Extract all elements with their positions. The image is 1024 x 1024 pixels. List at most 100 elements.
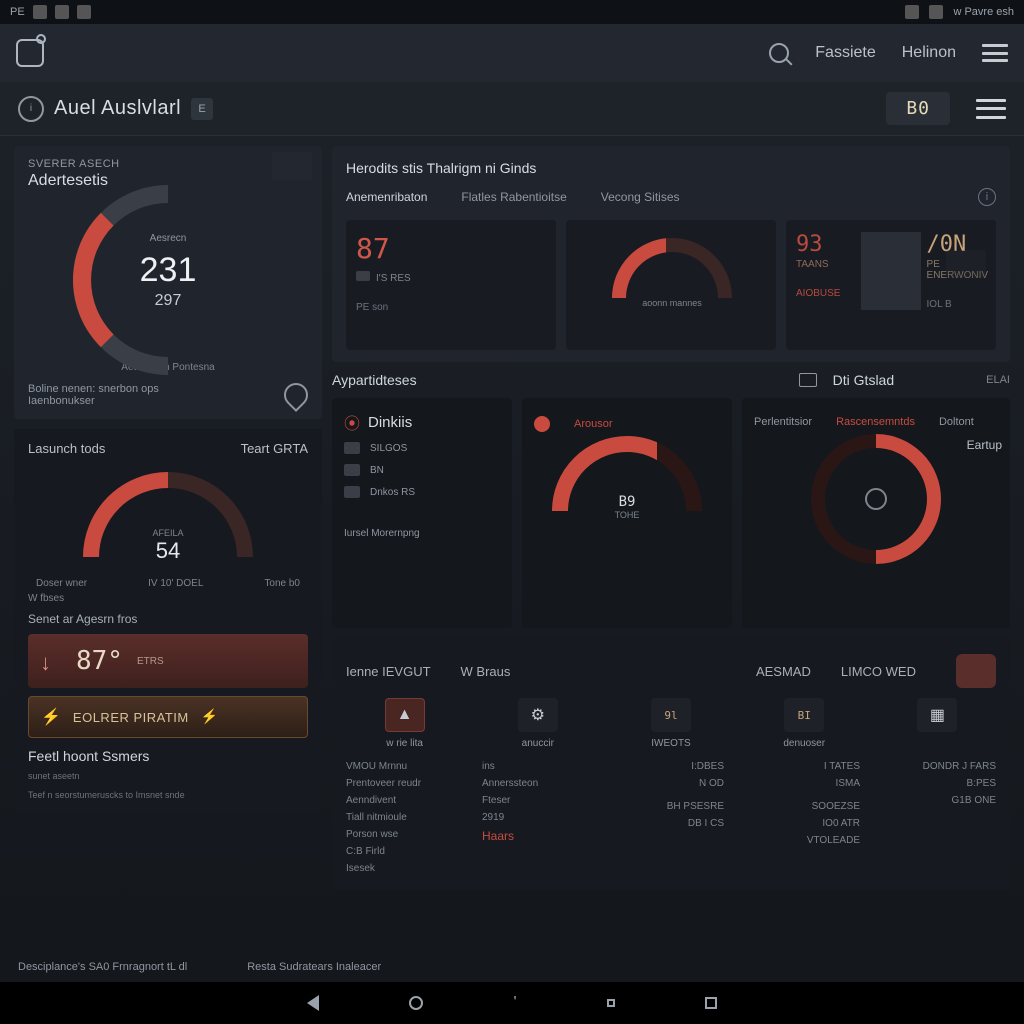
metric-3: 93 TAANS AIOBUSE /0N PE ENERWONIV IOL B — [786, 220, 996, 350]
sec-label-3[interactable]: ELAI — [986, 374, 1010, 386]
launch-panel: Lasunch tods Teart GRTA AFEILA 54 Doser … — [14, 429, 322, 813]
power-label: EOLRER PIRATIM — [73, 710, 189, 725]
filter-alert[interactable]: Arousor — [574, 418, 613, 430]
th-4[interactable]: LIMCO WED — [841, 664, 916, 679]
g2-side: W fbses — [28, 593, 308, 604]
panel-thumb-icon — [272, 152, 312, 180]
card-thumb-icon — [946, 250, 986, 278]
temperature-button[interactable]: 87° ETRS — [28, 634, 308, 688]
filter-4[interactable]: Doltont — [939, 416, 974, 428]
status-left-label: PE — [10, 6, 25, 18]
table-highlight[interactable]: Haars — [482, 829, 588, 843]
metrics-title: Herodits stis Thalrigm ni Ginds — [346, 160, 996, 176]
screen-icon — [55, 5, 69, 19]
stat-icon-2 — [344, 486, 360, 498]
filter-2[interactable]: Perlentitsior — [754, 416, 812, 428]
status-bar: PE w Pavre esh — [0, 0, 1024, 24]
dink-title: Dinkiis — [368, 414, 412, 431]
section-row: Aypartidteses Dti Gtslad ELAI — [332, 372, 1010, 388]
tile2-icon: ⚙ — [518, 698, 558, 732]
nav-home-icon[interactable] — [409, 996, 423, 1010]
nav-recent-icon[interactable] — [705, 997, 717, 1009]
gauge-foot1: Boline nenen: snerbon ops — [28, 383, 159, 395]
avatar-icon[interactable]: i — [18, 96, 44, 122]
semi-gauge-value: 54 — [156, 538, 180, 564]
battery2-icon — [929, 5, 943, 19]
system-nav: ' — [0, 982, 1024, 1024]
counter-badge: B0 — [886, 92, 950, 125]
tile4-icon: BI — [784, 698, 824, 732]
nav-back-icon[interactable] — [307, 995, 319, 1011]
alert-gauge: B9TOHE — [552, 436, 702, 526]
stats-pane: ⦿ Dinkiis SILGOS BN Dnkos RS Iursel More… — [332, 398, 512, 628]
search-icon[interactable] — [769, 43, 789, 63]
app-header: Fassiete Helinon — [0, 24, 1024, 82]
battery-icon — [33, 5, 47, 19]
mini-gauge: aoonn mannes — [612, 238, 732, 308]
shield-icon — [905, 5, 919, 19]
refresh-icon[interactable] — [865, 488, 887, 510]
metric-1: 87 I'S RES PE son — [346, 220, 556, 350]
nav-link-1[interactable]: Fassiete — [815, 44, 875, 62]
stat-icon-1b — [344, 464, 360, 476]
feed-line1: sunet aseetn — [28, 770, 308, 783]
page-subheader: i Auel Auslvlarl E B0 — [0, 82, 1024, 136]
gauge-foot2: Iaenbonukser — [28, 395, 159, 407]
th-3[interactable]: AESMAD — [756, 664, 811, 679]
gauge-subvalue: 297 — [155, 292, 182, 310]
tab-1[interactable]: Anemenribaton — [346, 190, 427, 204]
gauge-value: 231 — [140, 251, 197, 290]
semi-gauge: AFEILA 54 — [83, 472, 253, 572]
footer-bar: Desciplance's SA0 Frnragnort tL dl Resta… — [0, 952, 1024, 982]
footer-right: Resta Sudratears Inaleacer — [247, 961, 381, 973]
tab-2[interactable]: Flatles Rabentioitse — [461, 190, 566, 204]
gauge-panel: Sverer Asech Adertesetis Aesrecn 231 297… — [14, 146, 322, 419]
page-title: Auel Auslvlarl — [54, 97, 181, 120]
m3-status: AIOBUSE — [796, 288, 855, 299]
ring-pane: Perlentitsior Rascensemntds Doltont Eart… — [742, 398, 1010, 628]
launch-right-label[interactable]: Teart GRTA — [241, 441, 308, 456]
tab-3[interactable]: Vecong Sitises — [601, 190, 680, 204]
m3-unit: TAANS — [796, 259, 855, 270]
gauge-panel-subtitle: Sverer Asech — [28, 158, 308, 170]
ring-gauge — [811, 434, 941, 564]
g2-right: Tone b0 — [264, 578, 300, 589]
tile-action-button[interactable] — [956, 654, 996, 688]
tile-5[interactable]: ▦ — [879, 698, 996, 749]
chip2-icon — [799, 373, 817, 387]
bolt2-icon — [201, 708, 218, 726]
sec-label-2[interactable]: Dti Gtslad — [833, 372, 894, 388]
m1-foot: PE son — [356, 302, 548, 313]
tile-1[interactable]: ▲ w rie lita — [346, 698, 463, 749]
menu-icon[interactable] — [982, 44, 1008, 62]
status-right-label: w Pavre esh — [953, 6, 1014, 18]
title-badge-icon[interactable]: E — [191, 98, 213, 120]
ring-side-label: Eartup — [967, 438, 1002, 452]
data-table: VMOU Mrnnu Prentoveer reudr Aenndivent T… — [346, 761, 996, 874]
th-2[interactable]: W Braus — [461, 664, 511, 679]
nav-link-2[interactable]: Helinon — [902, 44, 956, 62]
metric-2: aoonn mannes — [566, 220, 776, 350]
main-gauge: Aesrecn 231 297 — [73, 185, 263, 375]
tile-3[interactable]: 9l IWEOTS — [612, 698, 729, 749]
nav-recent-small-icon[interactable] — [607, 999, 615, 1007]
tile1-icon: ▲ — [385, 698, 425, 732]
launch-left-label[interactable]: Lasunch tods — [28, 441, 105, 456]
feed-section-title: Feetl hoont Ssmers — [28, 748, 308, 764]
tiles-panel: Ienne IEVGUT W Braus AESMAD LIMCO WED ▲ … — [332, 638, 1010, 890]
th-1[interactable]: Ienne IEVGUT — [346, 664, 431, 679]
alert-gauge-pane: Arousor B9TOHE — [522, 398, 732, 628]
alert-dot-icon — [534, 416, 550, 432]
m1-value: 87 — [356, 232, 548, 265]
panel-menu-icon[interactable] — [976, 99, 1006, 119]
sec-label-1[interactable]: Aypartidteses — [332, 372, 417, 388]
tile-4[interactable]: BI denuoser — [746, 698, 863, 749]
chip-icon — [356, 271, 370, 281]
power-button[interactable]: EOLRER PIRATIM — [28, 696, 308, 738]
g2-left: Doser wner — [36, 578, 87, 589]
app-logo-icon[interactable] — [16, 39, 44, 67]
filter-3[interactable]: Rascensemntds — [836, 416, 915, 428]
info-icon[interactable]: i — [978, 188, 996, 206]
tile-2[interactable]: ⚙ anuccir — [479, 698, 596, 749]
phone-icon[interactable] — [279, 378, 313, 412]
